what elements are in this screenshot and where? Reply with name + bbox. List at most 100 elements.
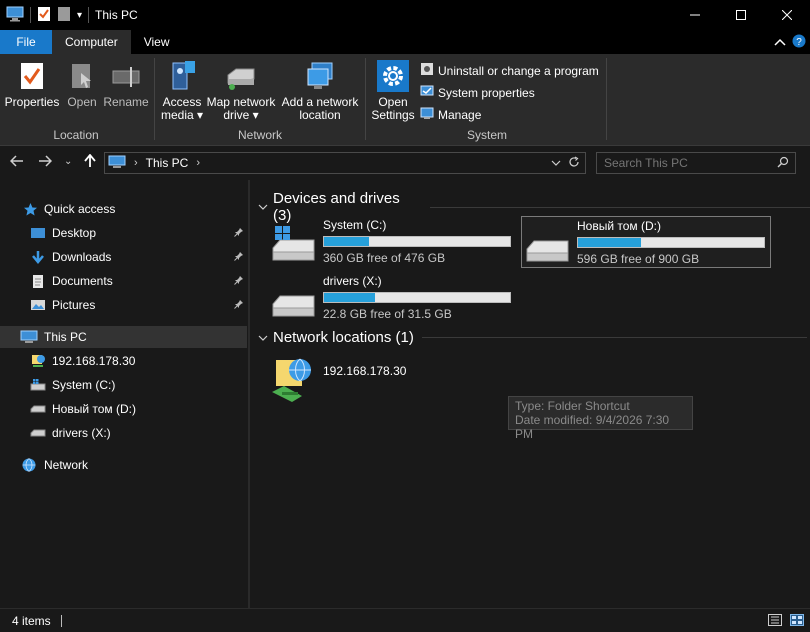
minimize-button[interactable] (672, 0, 718, 30)
this-pc-icon (20, 329, 38, 345)
drive-name: drivers (X:) (323, 274, 382, 288)
drive-tile-system-c[interactable]: System (C:) 360 GB free of 476 GB (268, 216, 518, 268)
star-icon (22, 201, 38, 217)
sidebar-item-drivers-x[interactable]: drivers (X:) (0, 422, 247, 444)
windows-drive-icon (270, 224, 316, 264)
add-network-location-button[interactable]: Add a network location (280, 58, 360, 122)
customize-qat-icon[interactable]: ▾ (77, 10, 82, 21)
uninstall-icon (420, 62, 434, 79)
desktop-icon (30, 225, 46, 241)
tab-computer[interactable]: Computer (52, 30, 131, 54)
open-button[interactable]: Open (64, 58, 100, 109)
tab-file[interactable]: File (0, 30, 52, 54)
drive-icon (270, 280, 316, 320)
download-arrow-icon (30, 249, 46, 265)
drive-free-space: 22.8 GB free of 31.5 GB (323, 307, 452, 321)
status-bar: 4 items (0, 608, 810, 632)
windows-drive-icon (30, 377, 46, 393)
svg-text:?: ? (796, 37, 802, 48)
search-icon[interactable] (777, 156, 789, 171)
drive-name: Новый том (D:) (577, 219, 661, 233)
location-group: Properties Open Rename Location (0, 54, 152, 146)
drive-tile-novy-tom-d[interactable]: Новый том (D:) 596 GB free of 900 GB (521, 216, 771, 268)
tab-view[interactable]: View (131, 30, 183, 54)
back-arrow-icon[interactable] (9, 154, 24, 170)
uninstall-program-button[interactable]: Uninstall or change a program (420, 62, 599, 79)
system-properties-icon (420, 84, 434, 101)
sidebar-item-downloads[interactable]: Downloads (0, 246, 247, 268)
sidebar-item-documents[interactable]: Documents (0, 270, 247, 292)
rename-button[interactable]: Rename (103, 58, 149, 109)
tooltip: Type: Folder Shortcut Date modified: 9/4… (508, 396, 693, 441)
document-icon (30, 273, 46, 289)
collapse-ribbon-icon[interactable] (774, 36, 786, 50)
open-icon (65, 58, 99, 94)
drive-usage-bar (323, 236, 511, 247)
map-network-drive-button[interactable]: Map network drive ▾ (204, 58, 278, 122)
refresh-icon[interactable] (568, 156, 580, 171)
network-icon (20, 457, 38, 473)
up-arrow-icon[interactable] (84, 153, 96, 171)
sidebar-item-system-c[interactable]: System (C:) (0, 374, 247, 396)
sidebar-item-pictures[interactable]: Pictures (0, 294, 247, 316)
address-dropdown-icon[interactable] (551, 156, 561, 170)
drive-usage-bar (323, 292, 511, 303)
pictures-icon (30, 297, 46, 313)
breadcrumb-this-pc[interactable]: This PC (146, 156, 189, 170)
add-network-location-icon (303, 58, 337, 94)
drive-name: System (C:) (323, 218, 387, 232)
sidebar-item-network-share[interactable]: 192.168.178.30 (0, 350, 247, 372)
recent-locations-chevron-icon[interactable]: ⌄ (64, 156, 72, 167)
drive-tile-drivers-x[interactable]: drivers (X:) 22.8 GB free of 31.5 GB (268, 272, 518, 324)
new-folder-qat-icon[interactable] (57, 6, 71, 25)
network-section-header[interactable]: Network locations (1) (258, 329, 807, 346)
close-button[interactable] (764, 0, 810, 30)
settings-gear-icon (376, 58, 410, 94)
address-bar[interactable]: › This PC › (104, 152, 586, 174)
sidebar-item-desktop[interactable]: Desktop (0, 222, 247, 244)
maximize-button[interactable] (718, 0, 764, 30)
sidebar-item-quick-access[interactable]: Quick access (0, 198, 247, 220)
network-folder-icon (270, 356, 316, 402)
properties-qat-icon[interactable] (37, 6, 51, 25)
content-pane: Devices and drives (3) System (C:) 360 G… (250, 180, 810, 608)
pin-icon[interactable] (234, 226, 244, 240)
system-group-label: System (466, 128, 507, 142)
tiles-view-icon[interactable] (790, 614, 804, 629)
network-location-tile[interactable]: 192.168.178.30 (268, 356, 518, 406)
sidebar-item-novy-tom-d[interactable]: Новый том (D:) (0, 398, 247, 420)
this-pc-icon (108, 155, 126, 172)
drive-icon (524, 225, 570, 265)
properties-button[interactable]: Properties (5, 58, 59, 109)
manage-button[interactable]: Manage (420, 106, 481, 123)
properties-icon (15, 58, 49, 94)
pin-icon[interactable] (234, 274, 244, 288)
search-box[interactable] (596, 152, 796, 174)
breadcrumb-chevron-icon[interactable]: › (196, 157, 200, 169)
help-icon[interactable]: ? (792, 34, 806, 51)
navigation-pane: Quick access Desktop Downloads Documents (0, 180, 248, 608)
details-view-icon[interactable] (768, 614, 782, 629)
pin-icon[interactable] (234, 298, 244, 312)
map-drive-icon (224, 58, 258, 94)
breadcrumb-separator-icon[interactable]: › (134, 157, 138, 169)
sidebar-item-this-pc[interactable]: This PC (0, 326, 247, 348)
access-media-button[interactable]: Access media ▾ (160, 58, 204, 122)
sidebar-item-network[interactable]: Network (0, 454, 247, 476)
drive-icon (30, 425, 46, 441)
quick-access-toolbar: ▾ (0, 6, 90, 25)
manage-icon (420, 106, 434, 123)
forward-arrow-icon[interactable] (38, 154, 53, 170)
item-count: 4 items (12, 613, 51, 628)
access-media-icon (165, 58, 199, 94)
pin-icon[interactable] (234, 250, 244, 264)
drive-usage-bar (577, 237, 765, 248)
system-properties-button[interactable]: System properties (420, 84, 535, 101)
open-settings-button[interactable]: Open Settings (369, 58, 417, 122)
search-input[interactable] (597, 156, 767, 170)
network-group-label: Network (237, 128, 282, 142)
title-bar: ▾ This PC (0, 0, 810, 30)
network-location-name: 192.168.178.30 (323, 364, 407, 378)
network-group: Access media ▾ Map network drive ▾ Add a… (156, 54, 364, 146)
pc-app-icon (6, 6, 24, 25)
